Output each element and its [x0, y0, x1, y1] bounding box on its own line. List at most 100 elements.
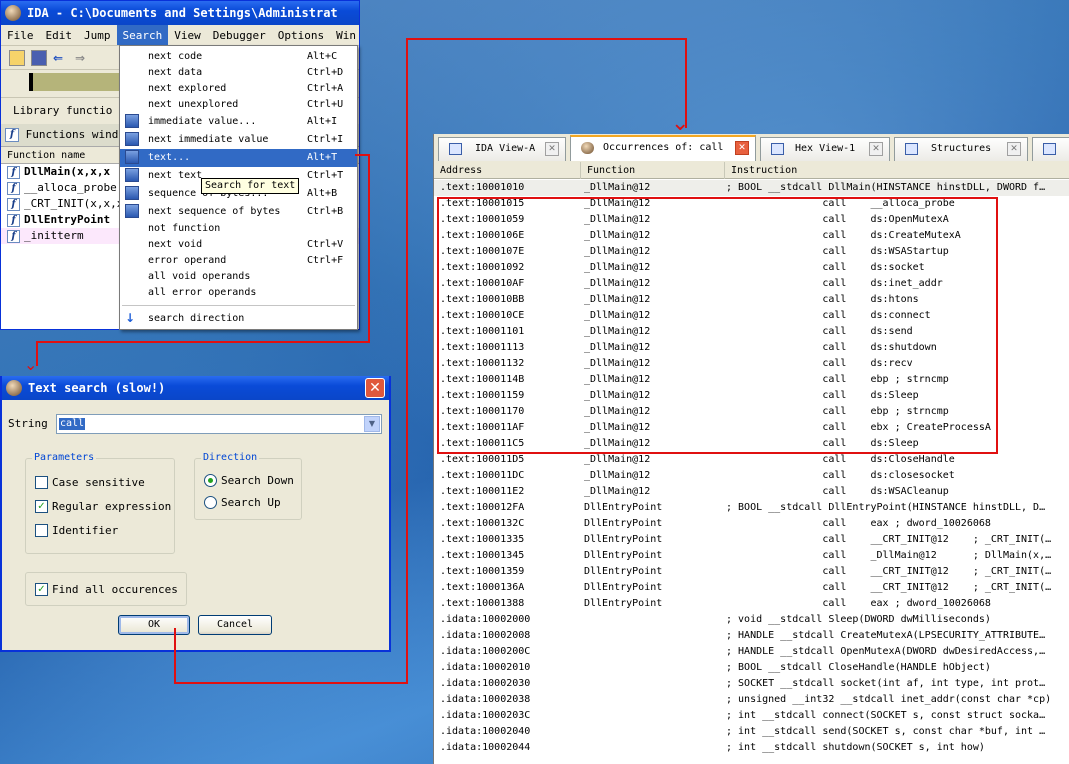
ok-button[interactable]: OK [118, 615, 190, 635]
occurrence-row[interactable]: .text:1000132C DllEntryPoint call eax ; d… [434, 516, 1069, 532]
menu-item-next-data[interactable]: next data Ctrl+D [120, 65, 357, 81]
occurrence-row[interactable]: .text:100012FA DllEntryPoint ; BOOL __stdc… [434, 500, 1069, 516]
menu-jump[interactable]: Jump [78, 25, 117, 45]
menu-item-next-void[interactable]: next void Ctrl+V [120, 237, 357, 253]
menu-item-error-operand[interactable]: error operand Ctrl+F [120, 253, 357, 269]
identifier-label[interactable]: Identifier [52, 524, 118, 537]
occurrence-instruction: call __CRT_INIT@12 ; _CRT_INIT(… [726, 582, 1052, 593]
occurrence-instruction: ; SOCKET __stdcall socket(int af, int ty… [726, 678, 1046, 689]
search-up-radio[interactable] [204, 496, 217, 509]
occurrence-row[interactable]: .text:100011DC _DllMain@12 call ds:closes… [434, 468, 1069, 484]
back-arrow-icon[interactable]: ⇐ [53, 50, 69, 66]
find-all-checkbox[interactable]: ✓ [35, 583, 48, 596]
open-folder-icon[interactable] [9, 49, 25, 66]
occurrence-row[interactable]: .text:100011D5 _DllMain@12 call ds:CloseH… [434, 452, 1069, 468]
menu-window[interactable]: Win [330, 25, 359, 45]
dialog-title-bar[interactable]: Text search (slow!) ✕ [2, 376, 389, 400]
string-combobox[interactable]: call ▼ [56, 414, 382, 434]
occurrence-row[interactable]: .text:10001335 DllEntryPoint call __CRT_I… [434, 532, 1069, 548]
ida-view-icon [449, 143, 462, 155]
chevron-down-icon[interactable]: ▼ [364, 416, 380, 432]
close-icon[interactable]: ✕ [1007, 142, 1021, 156]
tab-occurrences[interactable]: Occurrences of: call ✕ [570, 135, 756, 161]
menu-item-all-void-operands[interactable]: all void operands [120, 269, 357, 285]
column-function[interactable]: Function [580, 162, 724, 179]
occurrence-address: .text:10001359 [440, 566, 525, 577]
forward-arrow-icon[interactable]: ⇒ [75, 50, 91, 66]
string-label: String [8, 417, 48, 430]
occurrence-row[interactable]: .text:1000136A DllEntryPoint call __CRT_I… [434, 580, 1069, 596]
search-down-radio[interactable] [204, 474, 217, 487]
menu-bar: File Edit Jump Search View Debugger Opti… [1, 25, 359, 46]
occurrence-row[interactable]: .idata:1000203C ; int __stdcall connect(S… [434, 708, 1069, 724]
menu-view[interactable]: View [168, 25, 207, 45]
occurrence-row[interactable]: .idata:10002044 ; int __stdcall shutdown(… [434, 740, 1069, 756]
identifier-checkbox[interactable] [35, 524, 48, 537]
occurrence-row[interactable]: .text:10001010 _DllMain@12 ; BOOL __stdcal… [434, 180, 1069, 196]
function-icon: f [7, 197, 20, 211]
occurrence-row[interactable]: .text:10001345 DllEntryPoint call _DllMai… [434, 548, 1069, 564]
menu-edit[interactable]: Edit [40, 25, 79, 45]
close-icon[interactable]: ✕ [735, 141, 749, 155]
menu-file[interactable]: File [1, 25, 40, 45]
close-icon[interactable]: ✕ [545, 142, 559, 156]
save-icon[interactable] [31, 49, 47, 66]
function-icon: f [5, 128, 19, 142]
navigation-band-bar[interactable] [29, 73, 119, 91]
occurrence-function: DllEntryPoint [584, 534, 663, 545]
occurrence-instruction: call _DllMain@12 ; DllMain(x,… [726, 550, 1052, 561]
menu-debugger[interactable]: Debugger [207, 25, 272, 45]
column-instruction[interactable]: Instruction [724, 162, 1069, 179]
menu-item-next-unexplored[interactable]: next unexplored Ctrl+U [120, 97, 357, 113]
occurrence-row[interactable]: .idata:1000200C ; HANDLE __stdcall OpenMu… [434, 644, 1069, 660]
occurrence-address: .idata:1000200C [440, 646, 531, 657]
tab-structures[interactable]: Structures ✕ [894, 137, 1028, 161]
occurrence-row[interactable]: .text:10001388 DllEntryPoint call eax ; d… [434, 596, 1069, 612]
search-down-label[interactable]: Search Down [221, 474, 294, 487]
annotation-arrowhead: ⌄ [24, 355, 38, 374]
menu-item-next-explored[interactable]: next explored Ctrl+A [120, 81, 357, 97]
regular-expression-checkbox[interactable]: ✓ [35, 500, 48, 513]
occurrence-row[interactable]: .idata:10002040 ; int __stdcall send(SOCK… [434, 724, 1069, 740]
close-icon[interactable]: ✕ [869, 142, 883, 156]
menu-item-immediate-value[interactable]: immediate value... Alt+I [120, 113, 357, 131]
tab-ida-view-a[interactable]: IDA View-A ✕ [438, 137, 566, 161]
shortcut: Ctrl+I [307, 134, 344, 145]
menu-item-next-sequence-of-bytes[interactable]: next sequence of bytes Ctrl+B [120, 203, 357, 221]
dialog-close-button[interactable]: ✕ [365, 378, 385, 398]
menu-search[interactable]: Search [116, 25, 169, 45]
tab-label: Hex View-1 [795, 143, 856, 154]
occurrence-instruction: ; HANDLE __stdcall CreateMutexA(LPSECURI… [726, 630, 1046, 641]
tab-more[interactable] [1032, 137, 1069, 161]
occurrence-row[interactable]: .idata:10002008 ; HANDLE __stdcall Create… [434, 628, 1069, 644]
occurrence-row[interactable]: .text:10001359 DllEntryPoint call __CRT_I… [434, 564, 1069, 580]
occurrence-row[interactable]: .idata:10002010 ; BOOL __stdcall CloseHan… [434, 660, 1069, 676]
case-sensitive-checkbox[interactable] [35, 476, 48, 489]
menu-item-search-direction[interactable]: ↓ search direction [120, 310, 357, 328]
column-address[interactable]: Address [434, 162, 580, 179]
occurrence-row[interactable]: .idata:10002000 ; void __stdcall Sleep(DW… [434, 612, 1069, 628]
menu-item-next-immediate-value[interactable]: next immediate value Ctrl+I [120, 131, 357, 149]
occurrence-row[interactable]: .idata:10002030 ; SOCKET __stdcall socket… [434, 676, 1069, 692]
occurrence-row[interactable]: .text:100011E2 _DllMain@12 call ds:WSACle… [434, 484, 1069, 500]
menu-item-text[interactable]: text... Alt+T [120, 149, 357, 167]
occurrence-instruction: ; int __stdcall shutdown(SOCKET s, int h… [726, 742, 985, 753]
menu-options[interactable]: Options [272, 25, 330, 45]
occurrence-instruction: ; unsigned __int32 __stdcall inet_addr(c… [726, 694, 1052, 705]
regular-expression-label[interactable]: Regular expression [52, 500, 171, 513]
cancel-button[interactable]: Cancel [198, 615, 272, 635]
menu-item-all-error-operands[interactable]: all error operands [120, 285, 357, 301]
search-up-label[interactable]: Search Up [221, 496, 281, 509]
occurrence-instruction: call eax ; dword_10026068 [726, 598, 991, 609]
immediate-value-icon [125, 114, 139, 128]
menu-item-label: not function [148, 223, 221, 234]
case-sensitive-label[interactable]: Case sensitive [52, 476, 145, 489]
occurrence-row[interactable]: .idata:10002038 ; unsigned __int32 __stdc… [434, 692, 1069, 708]
menu-item-next-code[interactable]: next code Alt+C [120, 49, 357, 65]
column-header: Address Function Instruction [434, 162, 1069, 179]
ida-title-bar[interactable]: IDA - C:\Documents and Settings\Administ… [1, 1, 359, 25]
find-all-label[interactable]: Find all occurences [52, 583, 178, 596]
occurrence-address: .idata:10002044 [440, 742, 531, 753]
tab-hex-view-1[interactable]: Hex View-1 ✕ [760, 137, 890, 161]
menu-item-not-function[interactable]: not function [120, 221, 357, 237]
